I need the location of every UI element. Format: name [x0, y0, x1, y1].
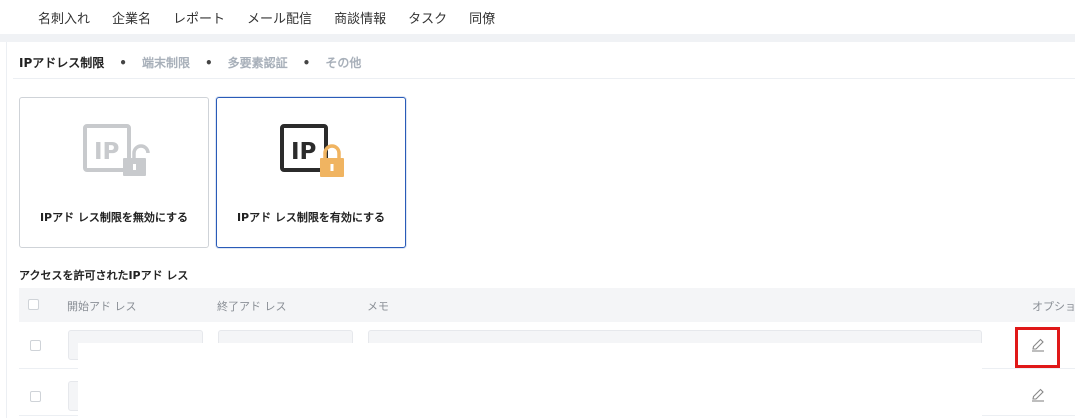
row-checkbox[interactable] — [30, 391, 41, 402]
disable-ip-restriction-card[interactable]: IP IPアド レス制限を無効にする — [19, 97, 209, 248]
nav-item-colleagues[interactable]: 同僚 — [469, 8, 495, 27]
table-header: 開始アド レス 終了アド レス メモ オプション — [19, 288, 1075, 322]
tab-mfa[interactable]: 多要素認証 — [228, 54, 288, 71]
redaction-overlay — [78, 343, 982, 418]
tab-other[interactable]: その他 — [325, 54, 361, 71]
nav-item-reports[interactable]: レポート — [173, 8, 225, 27]
nav-item-business-cards[interactable]: 名刺入れ — [38, 8, 90, 27]
tab-separator: • — [119, 55, 127, 70]
nav-item-mail[interactable]: メール配信 — [247, 8, 312, 27]
tab-separator: • — [204, 55, 213, 70]
edit-button-highlight — [1015, 327, 1060, 368]
row-checkbox[interactable] — [30, 340, 41, 351]
enable-ip-restriction-card[interactable]: IP IPアド レス制限を有効にする — [216, 97, 406, 248]
disable-card-label: IPアド レス制限を無効にする — [39, 211, 189, 224]
ip-lock-icon: IP — [280, 124, 360, 182]
column-header-start-address: 開始アド レス — [67, 300, 137, 313]
tab-ip-restriction[interactable]: IPアドレス制限 — [19, 54, 104, 71]
header-divider — [0, 34, 1075, 42]
column-header-options: オプション — [1032, 300, 1075, 313]
nav-item-tasks[interactable]: タスク — [408, 8, 447, 27]
svg-text:IP: IP — [291, 139, 316, 165]
enable-card-label: IPアド レス制限を有効にする — [236, 211, 386, 224]
allowed-ip-section-title: アクセスを許可されたIPアド レス — [19, 269, 189, 282]
column-header-end-address: 終了アド レス — [217, 300, 287, 313]
nav-item-companies[interactable]: 企業名 — [112, 8, 151, 27]
edit-icon[interactable] — [1029, 386, 1047, 404]
tab-separator: • — [302, 55, 311, 70]
select-all-checkbox[interactable] — [28, 299, 39, 310]
nav-item-deals[interactable]: 商談情報 — [334, 8, 386, 27]
top-navigation: 名刺入れ 企業名 レポート メール配信 商談情報 タスク 同僚 — [0, 0, 1075, 34]
subtabs-divider — [13, 78, 1075, 79]
ip-unlock-icon: IP — [83, 124, 163, 182]
column-header-memo: メモ — [367, 300, 389, 313]
security-subtabs: IPアドレス制限 • 端末制限 • 多要素認証 • その他 — [19, 54, 361, 71]
svg-text:IP: IP — [94, 139, 119, 165]
tab-device-restriction[interactable]: 端末制限 — [142, 54, 190, 71]
